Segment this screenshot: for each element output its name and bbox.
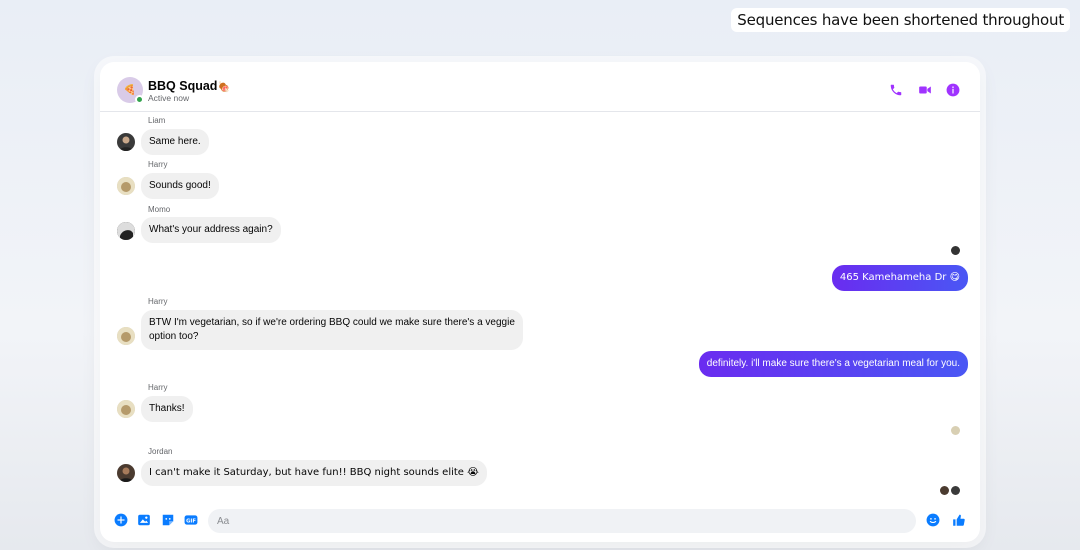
sender-name: Harry [148,160,168,169]
chat-window: 🍕 BBQ Squad🍖 Active now Liam Same here. … [100,62,980,542]
image-icon[interactable] [137,513,151,527]
chat-title[interactable]: BBQ Squad🍖 [148,79,230,93]
phone-icon[interactable] [888,82,904,98]
message-bubble[interactable]: I can't make it Saturday, but have fun!!… [141,460,487,486]
message-bubble-outgoing[interactable]: definitely. i'll make sure there's a veg… [698,351,968,377]
sender-name: Harry [148,383,168,392]
message-bubble[interactable]: BTW I'm vegetarian, so if we're ordering… [141,310,523,350]
message-line: option too? [149,331,199,342]
message-text: I can't make it Saturday, but have fun!!… [149,467,479,478]
gif-icon[interactable]: GIF [184,513,198,527]
message-text: 465 Kamehameha Dr 😋 [839,272,960,283]
chat-title-text: BBQ Squad [148,79,218,93]
chat-header: 🍕 BBQ Squad🍖 Active now [100,62,980,112]
smiley-icon[interactable] [926,513,940,527]
online-status-dot [135,95,144,104]
avatar[interactable] [117,222,135,240]
plus-circle-icon[interactable] [114,513,128,527]
read-receipt-avatar [951,486,960,495]
message-list[interactable]: Liam Same here. Harry Sounds good! Momo … [100,112,980,502]
caption-banner: Sequences have been shortened throughout [731,8,1070,32]
message-bubble[interactable]: Thanks! [141,396,193,422]
avatar[interactable] [117,400,135,418]
svg-text:GIF: GIF [186,518,196,524]
read-receipt-avatar [951,426,960,435]
message-composer: GIF [100,502,980,542]
sticker-icon[interactable] [161,513,175,527]
pizza-icon: 🍕 [123,84,137,96]
meat-icon: 🍖 [217,82,230,93]
sender-name: Momo [148,205,171,214]
info-icon[interactable] [945,82,961,98]
message-bubble-outgoing[interactable]: 465 Kamehameha Dr 😋 [831,265,968,291]
avatar[interactable] [117,177,135,195]
active-status: Active now [148,93,190,103]
message-input[interactable] [208,509,916,533]
read-receipt-avatar [940,486,949,495]
message-bubble[interactable]: What's your address again? [141,217,281,243]
message-bubble[interactable]: Sounds good! [141,173,219,199]
video-camera-icon[interactable] [917,82,933,98]
avatar[interactable] [117,464,135,482]
sender-name: Jordan [148,447,173,456]
message-line: BTW I'm vegetarian, so if we're ordering… [149,317,515,328]
avatar[interactable] [117,327,135,345]
avatar[interactable] [117,133,135,151]
thumbs-up-icon[interactable] [952,513,966,527]
message-bubble[interactable]: Same here. [141,129,209,155]
sender-name: Harry [148,297,168,306]
sender-name: Liam [148,116,166,125]
read-receipt-avatar [951,246,960,255]
